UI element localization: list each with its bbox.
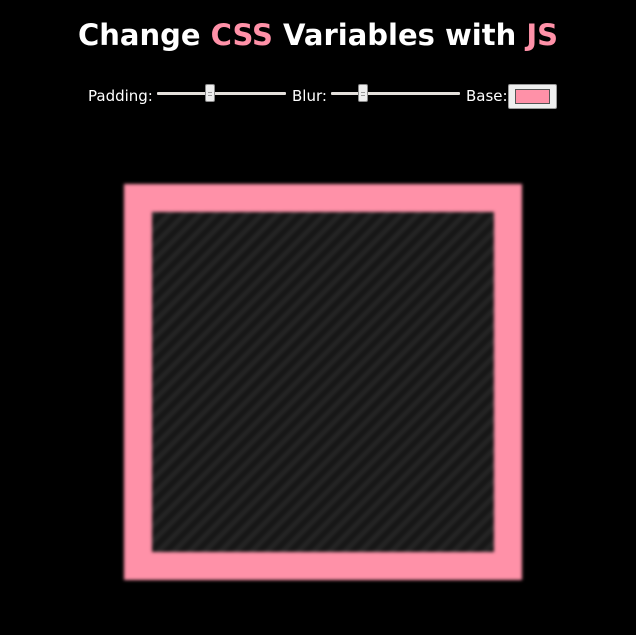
page: Change CSS Variables with JS Padding: Bl… <box>0 0 636 635</box>
base-label: Base: <box>466 87 508 105</box>
blur-label: Blur: <box>292 87 327 105</box>
padding-slider-thumb[interactable] <box>205 84 215 102</box>
title-text-1: Change <box>77 18 211 52</box>
base-color-swatch[interactable] <box>515 89 550 104</box>
blur-slider-thumb[interactable] <box>358 84 368 102</box>
page-title: Change CSS Variables with JS <box>0 18 636 52</box>
controls-bar: Padding: Blur: Base: <box>0 81 636 111</box>
title-highlight-js: JS <box>526 18 559 52</box>
image-preview <box>152 212 494 552</box>
padding-slider[interactable] <box>157 84 286 108</box>
base-color-picker[interactable] <box>508 84 557 109</box>
padding-slider-track[interactable] <box>157 92 286 95</box>
title-text-2: Variables with <box>272 18 527 52</box>
title-highlight-css: CSS <box>210 18 273 52</box>
blur-slider-track[interactable] <box>331 92 460 95</box>
padding-label: Padding: <box>88 87 153 105</box>
blur-slider[interactable] <box>331 84 460 108</box>
